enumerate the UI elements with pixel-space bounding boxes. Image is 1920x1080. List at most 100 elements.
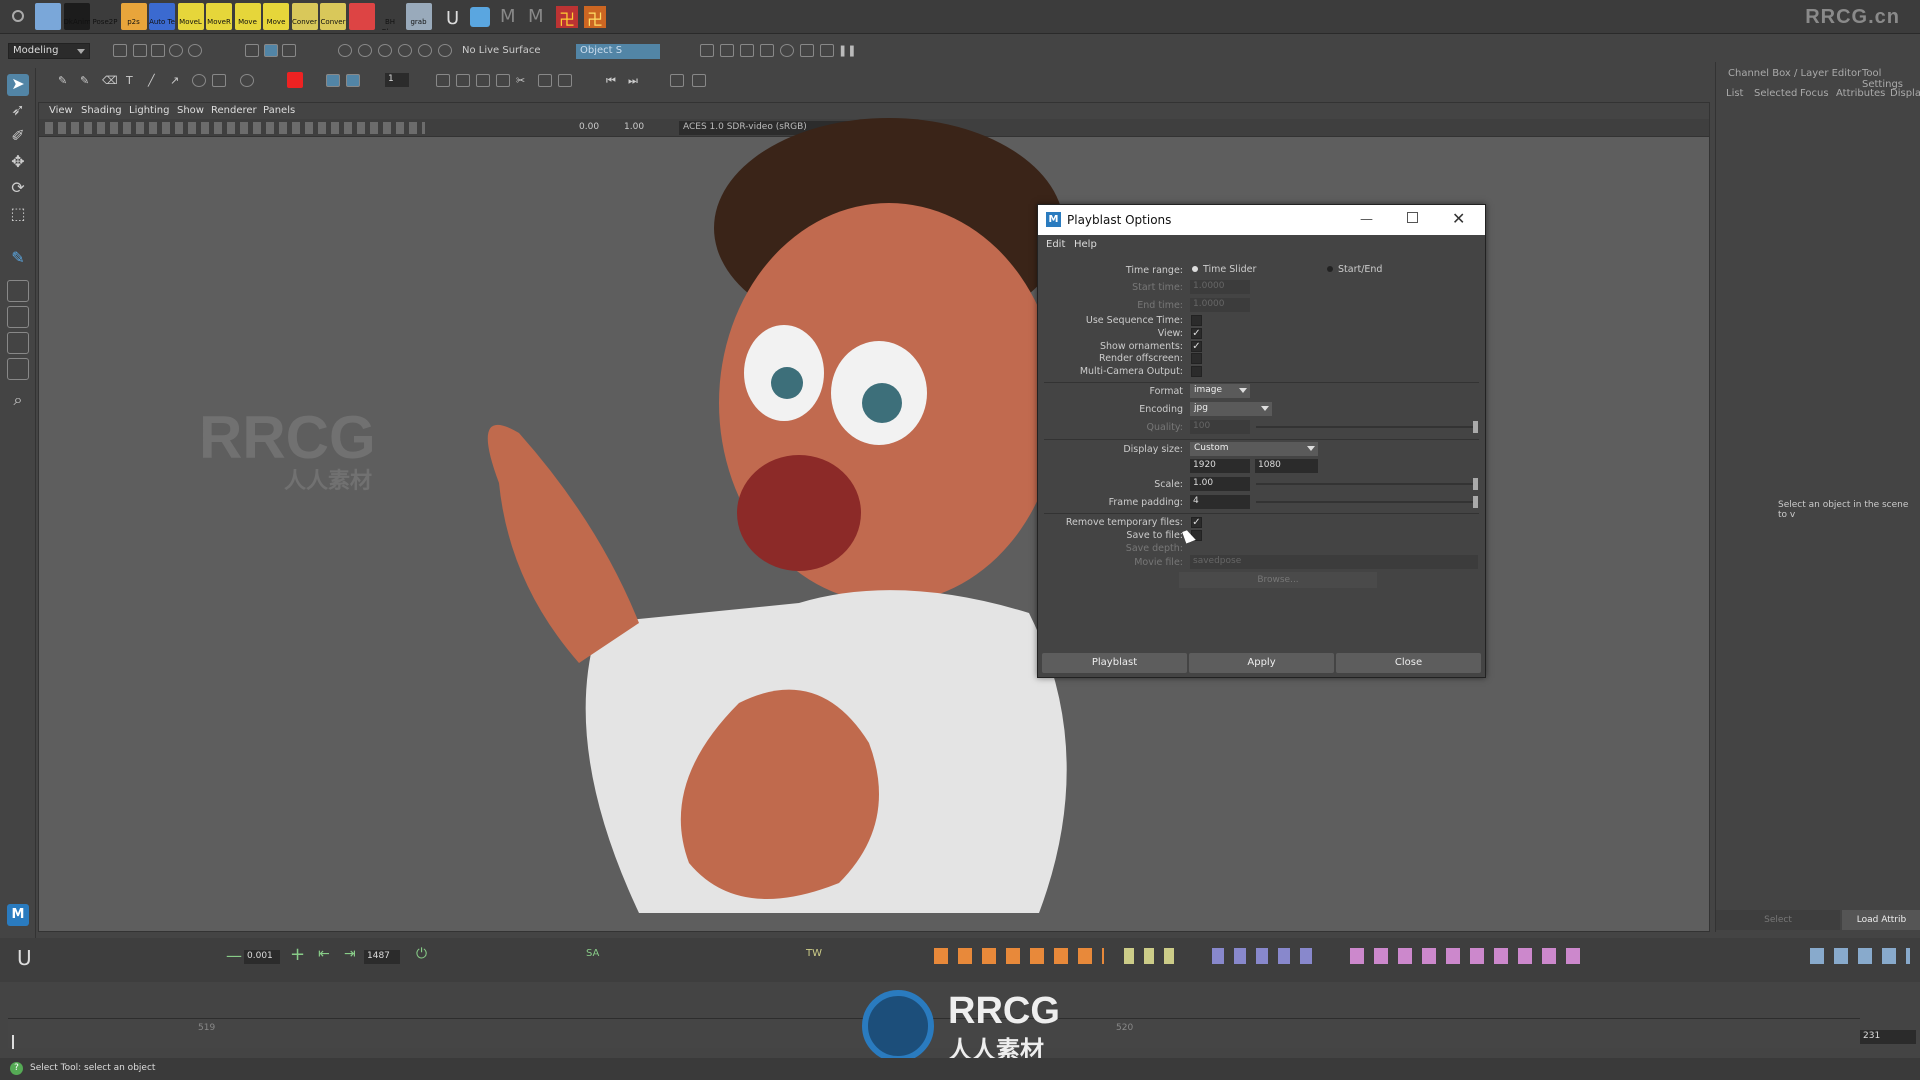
search-icon[interactable]: ⌕ (7, 390, 29, 412)
remove-temp-files-checkbox[interactable]: ✓ (1191, 517, 1202, 528)
dialog-titlebar[interactable]: M Playblast Options — ✕ (1038, 205, 1485, 235)
view-checkbox[interactable]: ✓ (1191, 328, 1202, 339)
snap-view-icon[interactable] (398, 44, 412, 57)
tangent-icons[interactable] (934, 948, 1104, 964)
rig-tool-icon[interactable]: 卍 (556, 6, 578, 29)
shelf-icon-8[interactable]: Move (263, 3, 289, 30)
end-time-field[interactable]: 1.0000 (1190, 298, 1250, 312)
shelf-icon-10[interactable]: Conver (320, 3, 346, 30)
frame-number-field[interactable]: 1 (385, 73, 409, 87)
lasso-tool-icon[interactable]: ➶ (7, 100, 29, 122)
object-name-field[interactable]: Object S (576, 44, 660, 59)
hypershade-icon[interactable] (760, 44, 774, 57)
u-logo-icon[interactable]: U (446, 8, 459, 29)
rig-tool2-icon[interactable]: 卍 (584, 6, 606, 29)
scale-slider[interactable] (1256, 478, 1478, 490)
menu-attributes[interactable]: Attributes (1836, 88, 1885, 99)
shelf-icon-9[interactable]: Conver (291, 3, 318, 30)
maya-m-icon[interactable]: M (500, 6, 516, 27)
menu-list[interactable]: List (1726, 88, 1743, 99)
u-logo-icon[interactable]: U (17, 946, 32, 970)
display-size-dropdown[interactable]: Custom (1190, 442, 1318, 456)
step-value-field[interactable]: 0.001 (244, 950, 280, 964)
eraser-icon[interactable]: ⌫ (102, 74, 118, 87)
quality-slider[interactable] (1256, 421, 1478, 433)
shelf-icon-5[interactable]: MoveL (177, 3, 204, 30)
multi-camera-output-checkbox[interactable] (1191, 366, 1202, 377)
power-icon[interactable]: ⏻ (416, 946, 427, 962)
grid-toggle2-icon[interactable] (346, 74, 360, 87)
copy-frame-icon[interactable] (496, 74, 510, 87)
four-view-icon[interactable] (7, 306, 29, 328)
start-time-field[interactable]: 1.0000 (1190, 280, 1250, 294)
select-object-icon[interactable] (264, 44, 278, 57)
undo-icon[interactable] (169, 44, 183, 57)
paint-select-icon[interactable]: ✐ (7, 126, 29, 148)
text-icon[interactable]: T (126, 74, 140, 87)
menu-set-dropdown[interactable]: Modeling (8, 43, 90, 59)
shelf-icon-1[interactable]: DkAnim (63, 3, 90, 30)
shelf-icon-4[interactable]: Auto Te (149, 3, 175, 30)
shelf-icon-7[interactable]: Move (234, 3, 261, 30)
step-forward-icon[interactable]: ⇥ (344, 946, 356, 962)
shelf-icon-2[interactable]: Pose2P (92, 3, 118, 30)
frame-padding-field[interactable]: 4 (1190, 495, 1250, 509)
frame-padding-slider[interactable] (1256, 496, 1478, 508)
snap-pivot-icon[interactable] (438, 44, 452, 57)
scale-tool-icon[interactable]: ⬚ (7, 204, 29, 226)
sa-label[interactable]: SA (586, 948, 599, 959)
arrow-icon[interactable]: ↗ (170, 74, 184, 87)
encoding-dropdown[interactable]: jpg (1190, 402, 1272, 416)
pencil-icon[interactable]: ✎ (58, 74, 72, 87)
load-attrib-button[interactable]: Load Attrib (1842, 910, 1920, 930)
select-tool-icon[interactable]: ➤ (7, 74, 29, 96)
new-scene-icon[interactable] (113, 44, 127, 57)
prev-frame-icon[interactable]: ⏮ (606, 74, 620, 87)
dialog-menu-help[interactable]: Help (1074, 239, 1097, 250)
shelf-icon-0[interactable] (35, 3, 61, 30)
plus-icon[interactable]: + (290, 944, 305, 965)
paste-icon[interactable] (538, 74, 552, 87)
step-back-icon[interactable]: ⇤ (318, 946, 330, 962)
snap-grid-icon[interactable] (338, 44, 352, 57)
minimize-icon[interactable]: — (1360, 212, 1373, 227)
shelf-icon-3[interactable]: p2s (120, 3, 147, 30)
apply-button[interactable]: Apply (1189, 653, 1334, 673)
rotate-tool-icon[interactable]: ⟳ (7, 178, 29, 200)
next-frame-icon[interactable]: ⏭ (628, 74, 642, 87)
close-icon[interactable]: ✕ (1452, 209, 1465, 228)
shelf-icon-11[interactable] (348, 3, 375, 30)
shelf-icon-13[interactable]: grab (405, 3, 432, 30)
help-icon[interactable]: ? (10, 1062, 23, 1075)
menu-display[interactable]: Display (1890, 88, 1920, 99)
pause-icon[interactable]: ❚❚ (838, 44, 856, 57)
time-slider[interactable]: 519 520 (8, 1018, 1860, 1049)
brush-icon[interactable]: ✎ (80, 74, 94, 87)
render-settings-icon[interactable] (740, 44, 754, 57)
outliner-view-icon[interactable] (7, 358, 29, 380)
single-view-icon[interactable] (7, 280, 29, 302)
ellipse-icon[interactable] (192, 74, 206, 87)
render-setup-icon[interactable] (820, 44, 834, 57)
select-component-icon[interactable] (282, 44, 296, 57)
snap-curve-icon[interactable] (358, 44, 372, 57)
current-frame-field[interactable]: 231 (1860, 1030, 1916, 1044)
render-icon[interactable] (700, 44, 714, 57)
rig-tool-icons[interactable] (1212, 948, 1322, 964)
frame-value-field[interactable]: 1487 (364, 950, 400, 964)
maya-m2-icon[interactable]: M (528, 6, 544, 27)
current-time-indicator[interactable] (12, 1035, 14, 1049)
lasso-icon[interactable] (240, 74, 254, 87)
render-sphere-icon[interactable] (780, 44, 794, 57)
scale-field[interactable]: 1.00 (1190, 477, 1250, 491)
pose-tool-icons[interactable] (1350, 948, 1590, 964)
show-ornaments-checkbox[interactable]: ✓ (1191, 341, 1202, 352)
two-view-icon[interactable] (7, 332, 29, 354)
display-height-field[interactable]: 1080 (1255, 459, 1318, 473)
camera-tool-icons[interactable] (1810, 948, 1910, 964)
shelf-icon-6[interactable]: MoveR (206, 3, 232, 30)
color-swatch-red[interactable] (287, 72, 303, 88)
shelf-icon-12[interactable]: BH Ghos (377, 3, 403, 30)
maximize-icon[interactable] (1407, 212, 1418, 223)
move-tool-icon[interactable]: ✥ (7, 152, 29, 174)
